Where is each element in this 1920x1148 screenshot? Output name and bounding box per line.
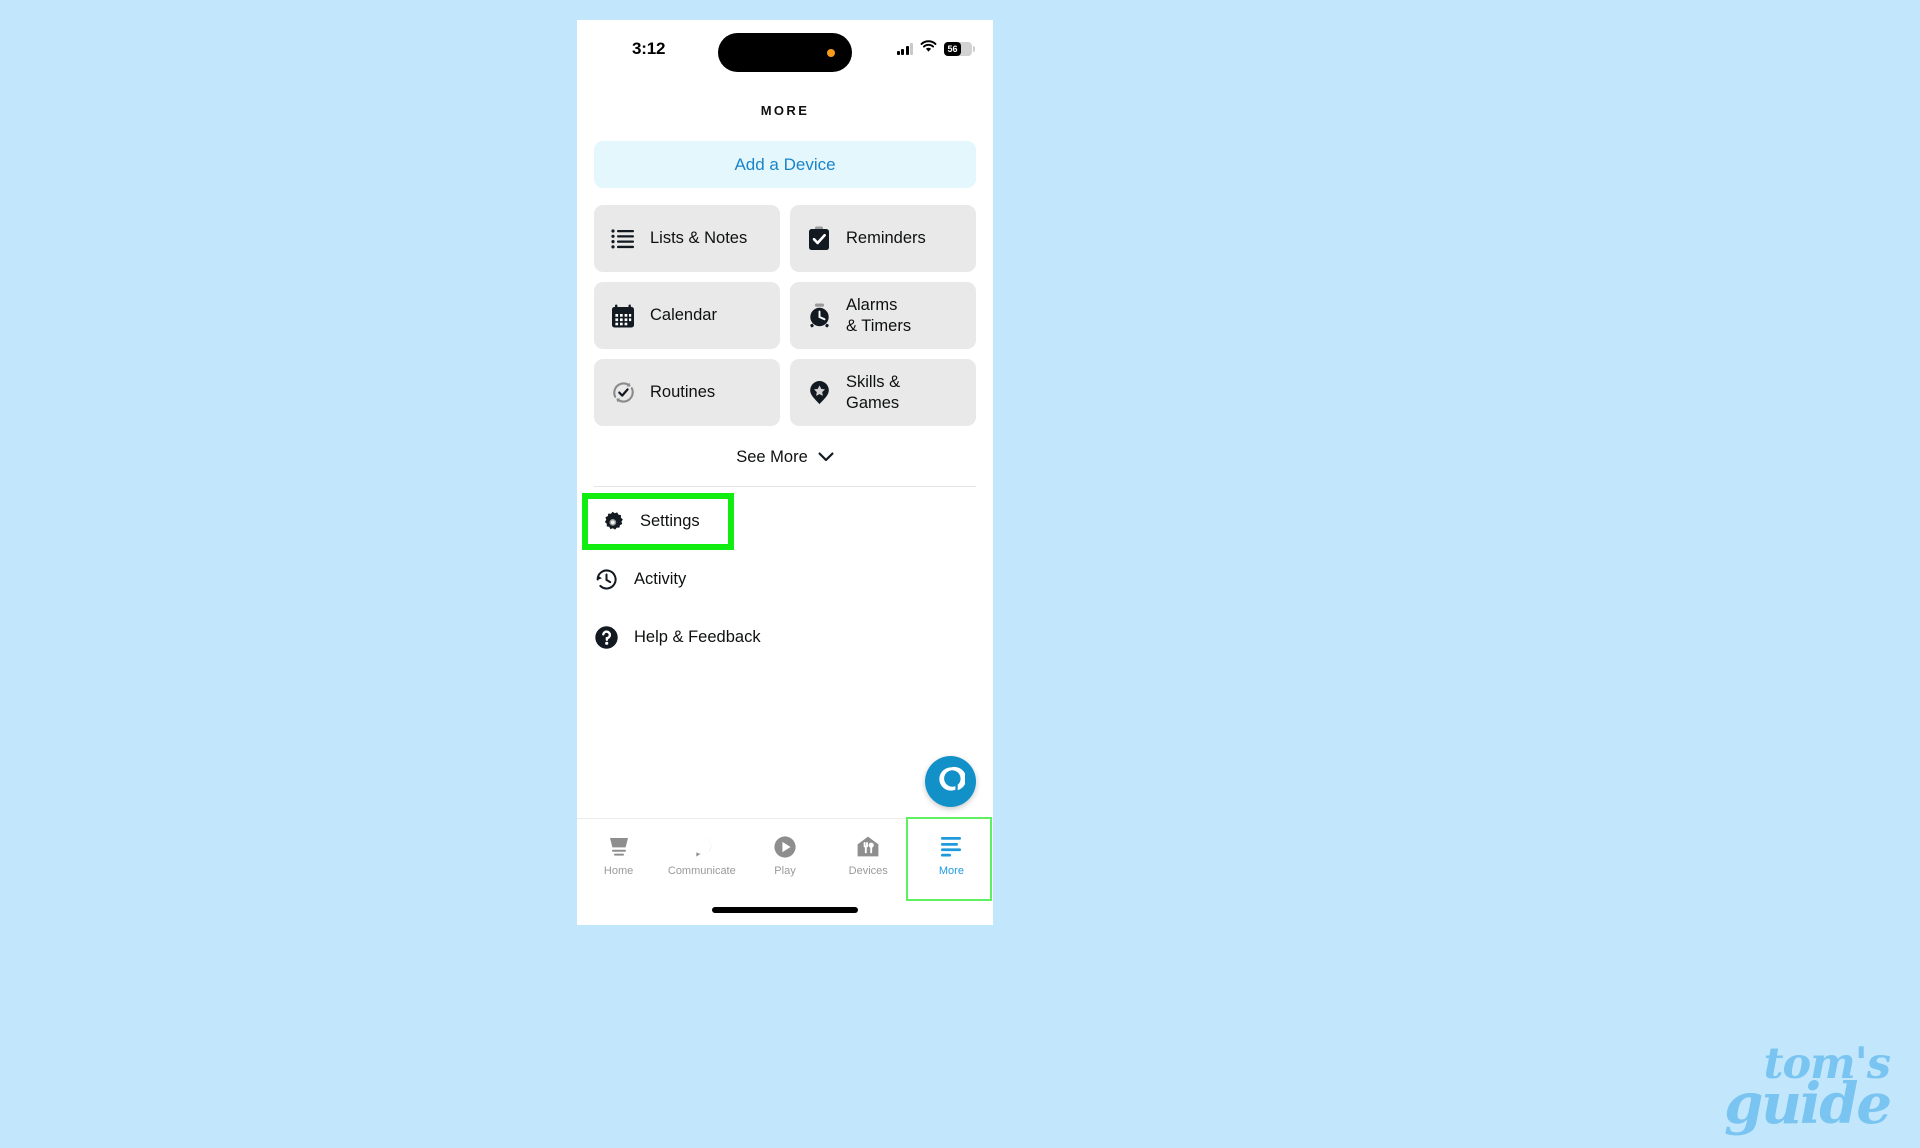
list-lines-icon	[610, 226, 636, 252]
dynamic-island	[718, 33, 852, 72]
speech-bubble-icon	[690, 835, 714, 859]
menu-item-label: Settings	[640, 512, 700, 530]
wifi-icon	[920, 40, 937, 58]
tile-label: Routines	[650, 383, 716, 402]
nav-item-communicate[interactable]: Communicate	[660, 819, 743, 892]
battery-icon: 56	[944, 42, 975, 56]
add-a-device-label: Add a Device	[734, 154, 836, 174]
clipboard-check-icon	[806, 226, 832, 252]
play-circle-icon	[773, 835, 797, 859]
menu-item-help-and-feedback[interactable]: Help & Feedback	[577, 608, 993, 666]
nav-item-devices[interactable]: Devices	[827, 819, 910, 892]
menu-item-settings[interactable]: Settings	[582, 493, 734, 550]
chevron-down-icon	[818, 449, 834, 467]
tile-skills-and-games[interactable]: Skills & Games	[790, 359, 976, 426]
toms-guide-watermark: tom's guide	[1724, 1042, 1892, 1138]
tile-routines[interactable]: Routines	[594, 359, 780, 426]
alexa-button[interactable]	[925, 756, 976, 807]
menu-item-activity[interactable]: Activity	[577, 550, 993, 608]
nav-item-label: Play	[774, 864, 796, 877]
nav-item-more[interactable]: More	[905, 817, 993, 901]
see-more-label: See More	[736, 448, 808, 466]
shortcut-tile-grid: Lists & Notes Reminders Calendar Alarms …	[594, 205, 976, 426]
alexa-ring-icon	[937, 765, 966, 798]
bottom-navigation-bar: Home Communicate Play Devices More	[577, 817, 993, 925]
home-indicator	[712, 907, 858, 913]
devices-house-icon	[856, 835, 880, 859]
clock-history-icon	[594, 567, 619, 592]
menu-item-label: Help & Feedback	[634, 627, 761, 646]
menu-item-label: Activity	[634, 569, 687, 588]
home-icon	[607, 835, 631, 859]
section-divider	[594, 486, 976, 487]
menu-list: Settings Activity Help & Feedback	[577, 493, 993, 666]
nav-item-play[interactable]: Play	[743, 819, 826, 892]
tile-label: Skills & Games	[846, 373, 901, 412]
tile-label: Lists & Notes	[650, 229, 748, 248]
status-icons: 56	[896, 40, 975, 58]
add-a-device-button[interactable]: Add a Device	[594, 141, 976, 188]
tile-alarms-and-timers[interactable]: Alarms & Timers	[790, 282, 976, 349]
nav-item-label: Devices	[848, 864, 888, 877]
signal-bars-icon	[896, 43, 913, 55]
calendar-icon	[610, 303, 636, 329]
tile-calendar[interactable]: Calendar	[594, 282, 780, 349]
see-more-button[interactable]: See More	[577, 448, 993, 486]
nav-item-label: More	[938, 864, 964, 877]
more-lines-icon	[938, 835, 964, 859]
tile-lists-and-notes[interactable]: Lists & Notes	[594, 205, 780, 272]
tile-label: Calendar	[650, 306, 717, 325]
question-circle-icon	[594, 625, 619, 650]
map-pin-star-icon	[806, 380, 832, 406]
microphone-indicator-dot	[827, 49, 835, 57]
status-time: 3:12	[632, 39, 666, 58]
routine-refresh-check-icon	[610, 380, 636, 406]
alarm-clock-icon	[806, 303, 832, 329]
nav-item-label: Home	[603, 864, 634, 877]
gear-icon	[600, 509, 625, 534]
nav-item-home[interactable]: Home	[577, 819, 660, 892]
tile-label: Reminders	[846, 229, 926, 248]
watermark-line-2: guide	[1724, 1071, 1892, 1138]
tile-reminders[interactable]: Reminders	[790, 205, 976, 272]
nav-item-label: Communicate	[667, 864, 736, 877]
status-bar: 3:12 56	[577, 20, 993, 88]
page-title: MORE	[760, 103, 810, 118]
phone-screen: 3:12 56 MORE Add a Device Lists & Notes …	[577, 20, 993, 925]
more-tab-highlight-annotation	[905, 817, 993, 901]
tile-label: Alarms & Timers	[846, 296, 912, 335]
battery-percent-label: 56	[947, 43, 958, 54]
